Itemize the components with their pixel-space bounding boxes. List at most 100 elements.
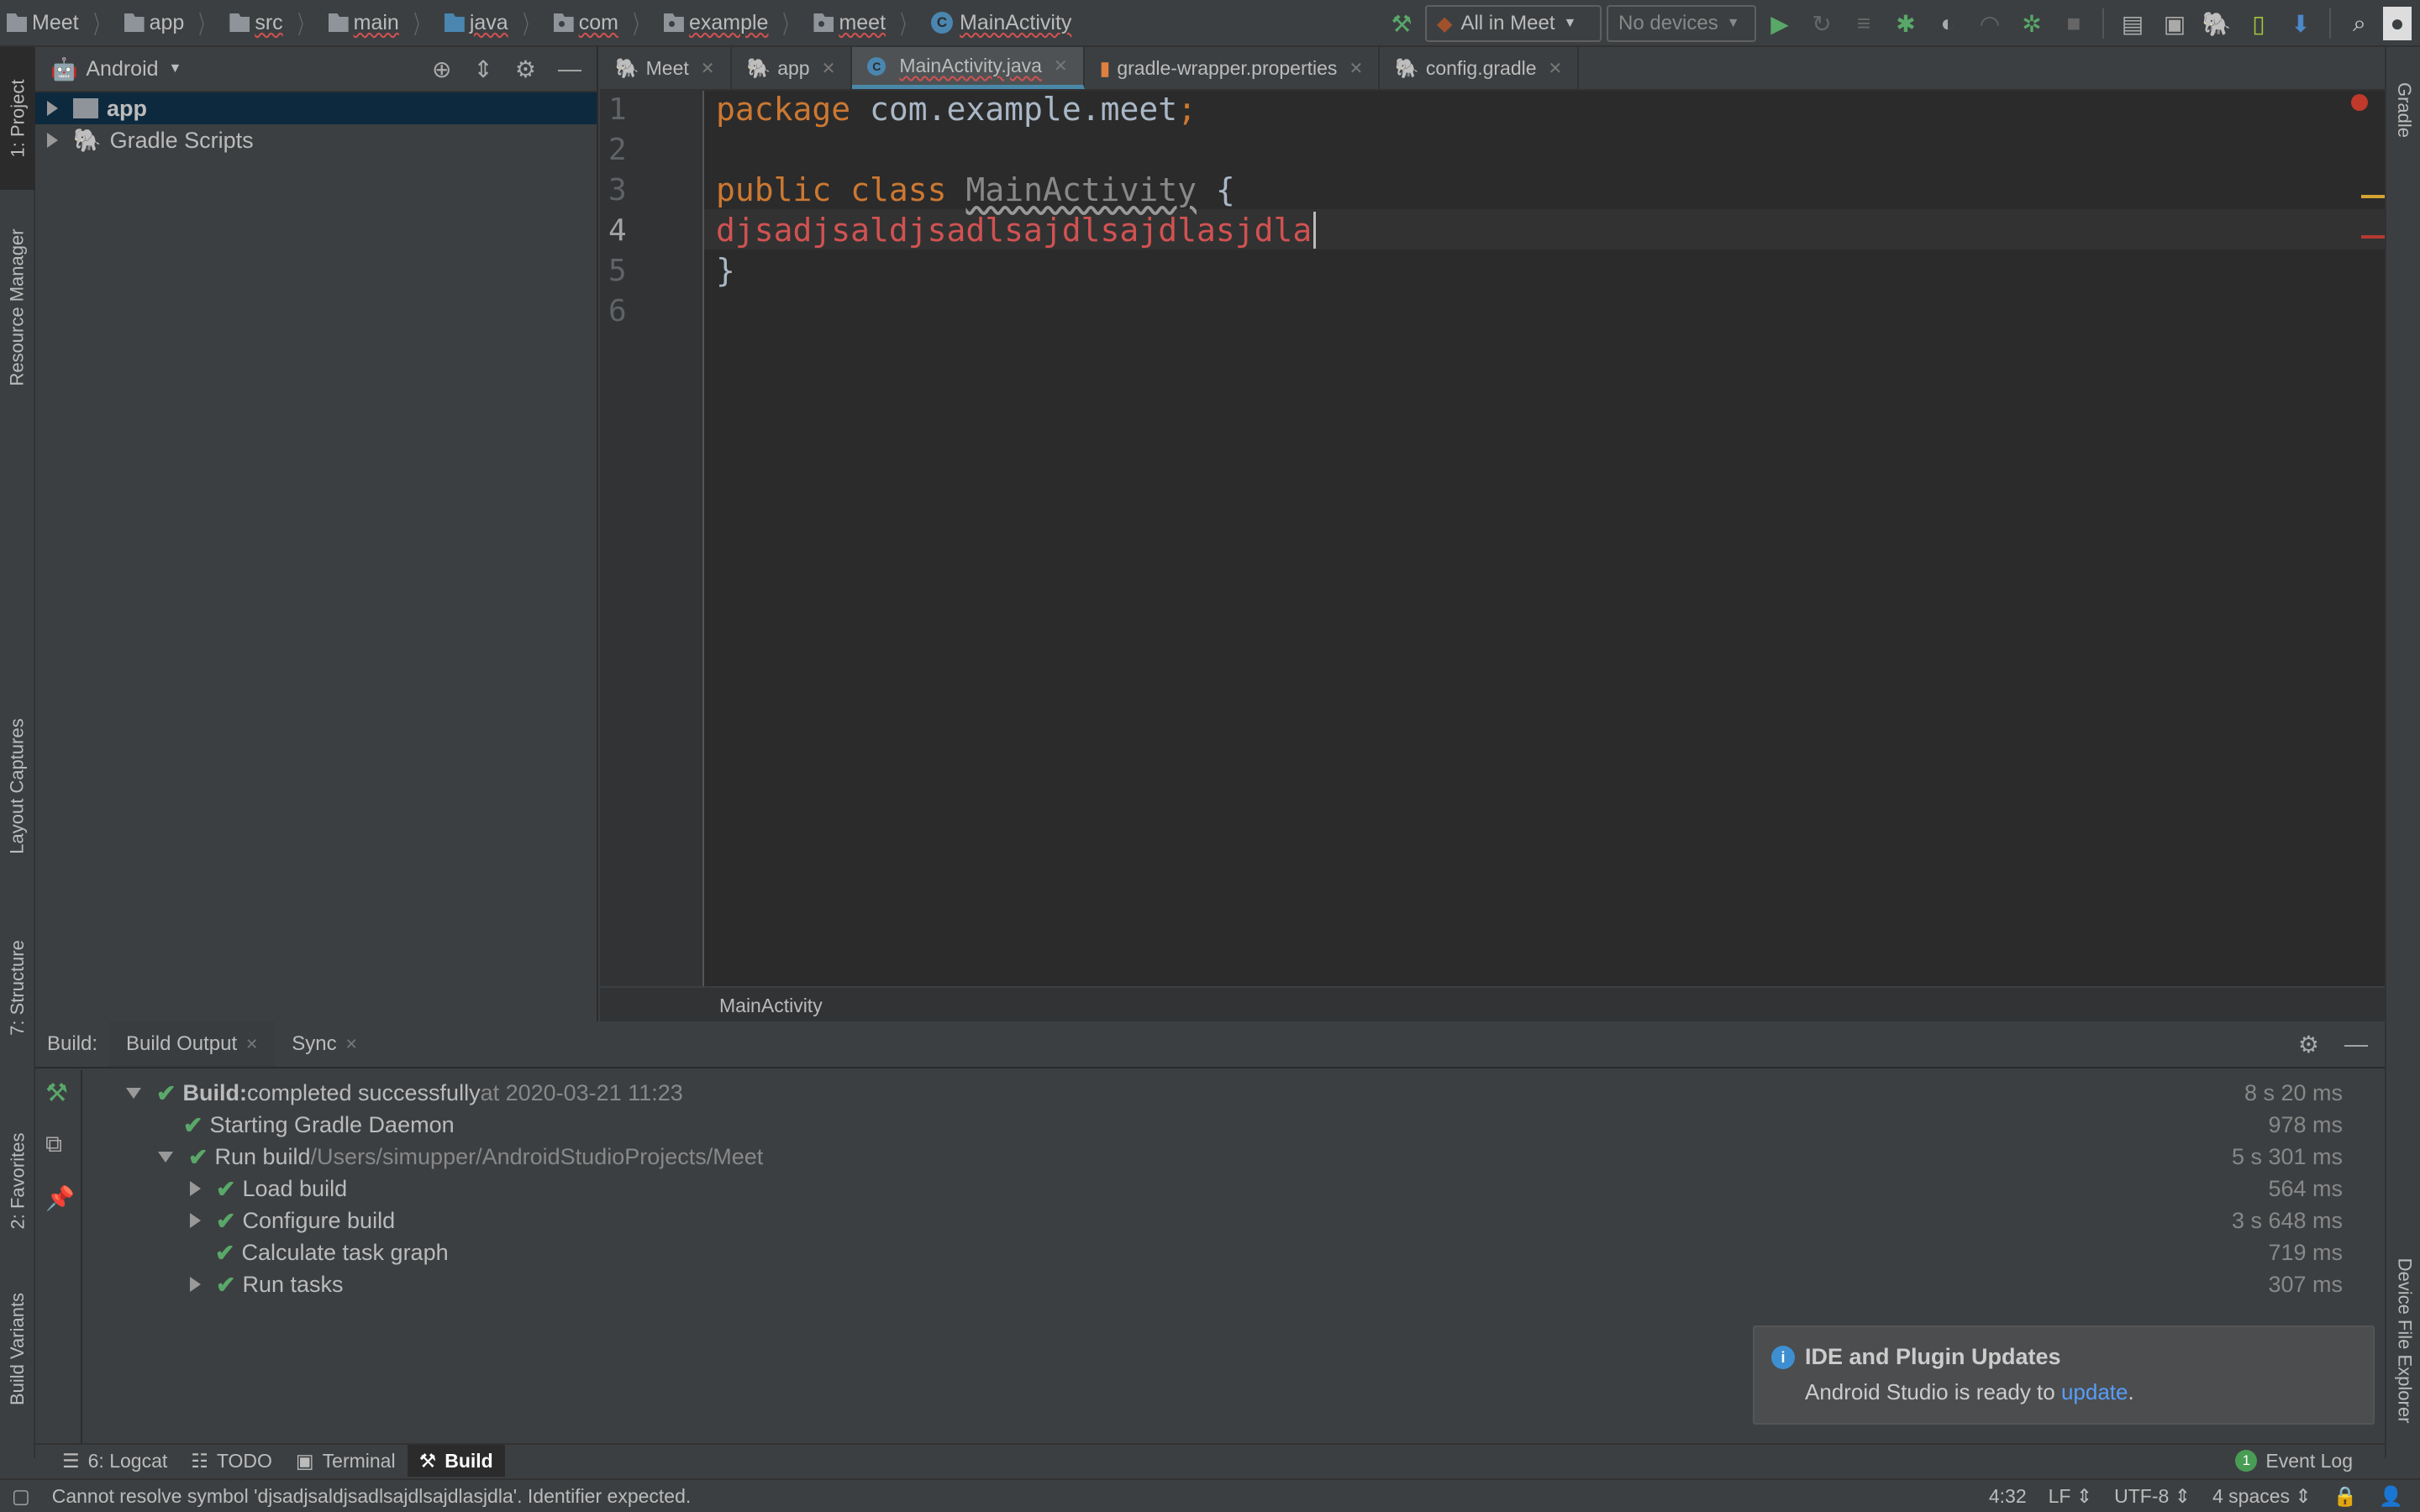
breadcrumb-meet-package[interactable]: meet 〉 (813, 4, 924, 41)
gradle-tool-button[interactable]: Gradle (2386, 55, 2420, 165)
apply-code-changes-button[interactable]: ≡ (1845, 5, 1882, 42)
tab-config-gradle[interactable]: 🐘 config.gradle ✕ (1380, 47, 1580, 89)
make-project-button[interactable]: ⚒ (1383, 5, 1420, 42)
avd-manager-button[interactable]: ▯ (2240, 5, 2277, 42)
expand-arrow-icon[interactable] (190, 1181, 201, 1196)
indent-select[interactable]: 4 spaces ⇕ (2212, 1485, 2312, 1508)
build-row[interactable]: ✔ Run tasks 307 ms (86, 1268, 2385, 1300)
breadcrumb-main[interactable]: main 〉 (328, 4, 438, 41)
tab-mainactivity-java[interactable]: C MainActivity.java ✕ (852, 47, 1085, 89)
coverage-button[interactable]: ◐ (1929, 5, 1966, 42)
project-structure-button[interactable]: ▤ (2114, 5, 2151, 42)
gradle-sync-button[interactable]: 🐘 (2198, 5, 2235, 42)
sdk-download-icon: ⬇ (2291, 10, 2311, 37)
terminal-tool-button[interactable]: ▣ Terminal (284, 1445, 408, 1477)
hide-icon[interactable]: — (558, 55, 581, 83)
build-row[interactable]: ✔ Starting Gradle Daemon 978 ms (86, 1109, 2385, 1141)
build-row[interactable]: ✔ Build: completed successfully at 2020-0… (86, 1077, 2385, 1109)
update-notification: i IDE and Plugin Updates Android Studio … (1753, 1326, 2375, 1425)
tab-build-output[interactable]: Build Output ✕ (109, 1021, 276, 1067)
close-icon[interactable]: ✕ (1054, 55, 1068, 76)
sdk-manager-button[interactable]: ⬇ (2282, 5, 2319, 42)
collapse-arrow-icon[interactable] (126, 1087, 141, 1099)
todo-tool-button[interactable]: ☷ TODO (179, 1445, 284, 1477)
device-file-explorer-tool-button[interactable]: Device File Explorer (2386, 1206, 2420, 1475)
tab-meet[interactable]: 🐘 Meet ✕ (600, 47, 732, 89)
update-link[interactable]: update (2061, 1379, 2128, 1404)
attach-debugger-button[interactable]: ✲ (2013, 5, 2050, 42)
breadcrumb-com[interactable]: com 〉 (553, 4, 657, 41)
logcat-tool-button[interactable]: ☰ 6: Logcat (50, 1445, 179, 1477)
close-icon[interactable]: ✕ (345, 1036, 358, 1053)
breadcrumb-meet[interactable]: Meet 〉 (7, 4, 118, 41)
pin-icon[interactable]: 📌 (45, 1184, 75, 1212)
search-button[interactable]: ⌕ (2341, 5, 2378, 42)
notification-title: IDE and Plugin Updates (1805, 1344, 2061, 1369)
structure-tool-button[interactable]: 7: Structure (0, 912, 35, 1063)
project-tool-button[interactable]: 1: Project (0, 47, 35, 190)
collapse-arrow-icon[interactable] (158, 1151, 173, 1163)
code-editor[interactable]: 1 2 3 4 5 6 package com.example.meet; pu… (600, 91, 2385, 986)
error-indicator-icon[interactable] (2351, 94, 2368, 111)
check-icon: ✔ (216, 1175, 236, 1202)
build-tool-button[interactable]: ⚒ Build (407, 1445, 505, 1477)
profile-button[interactable]: ◠ (1971, 5, 2008, 42)
bottom-tool-strip: ☰ 6: Logcat ☷ TODO ▣ Terminal ⚒ Build 1 Event… (35, 1443, 2385, 1477)
build-row[interactable]: ✔ Configure build 3 s 648 ms (86, 1205, 2385, 1236)
expand-arrow-icon[interactable] (190, 1277, 201, 1292)
locate-icon[interactable]: ⊕ (432, 55, 451, 83)
favorites-tool-button[interactable]: 2: Favorites (0, 1089, 35, 1273)
close-icon[interactable]: ✕ (1349, 58, 1363, 79)
warning-stripe-mark[interactable] (2361, 195, 2385, 198)
expand-arrow-icon[interactable] (47, 101, 58, 116)
hammer-icon[interactable]: ⚒ (45, 1079, 68, 1108)
breadcrumb-example[interactable]: example 〉 (663, 4, 808, 41)
build-row[interactable]: ✔ Run build /Users/simupper/AndroidStudio… (86, 1141, 2385, 1173)
line-separator-select[interactable]: LF ⇕ (2049, 1485, 2093, 1508)
error-stripe-mark[interactable] (2361, 235, 2385, 239)
inspector-icon[interactable]: 👤 (2379, 1485, 2403, 1508)
breadcrumb-app[interactable]: app 〉 (124, 4, 224, 41)
toggle-view-icon[interactable]: ⧉ (45, 1131, 62, 1158)
tab-app[interactable]: 🐘 app ✕ (732, 47, 853, 89)
breadcrumb-mainactivity[interactable]: C MainActivity (931, 11, 1071, 35)
resource-manager-tool-button[interactable]: Resource Manager (0, 207, 35, 408)
hide-icon[interactable]: — (2344, 1031, 2368, 1058)
build-row[interactable]: ✔ Calculate task graph 719 ms (86, 1236, 2385, 1268)
encoding-select[interactable]: UTF-8 ⇕ (2114, 1485, 2191, 1508)
build-row[interactable]: ✔ Load build 564 ms (86, 1173, 2385, 1205)
tab-gradle-wrapper-properties[interactable]: ▮ gradle-wrapper.properties ✕ (1085, 47, 1381, 89)
debug-button[interactable]: ✱ (1887, 5, 1924, 42)
layout-captures-tool-button[interactable]: Layout Captures (0, 694, 35, 879)
tree-item-app[interactable]: app (35, 92, 597, 124)
apply-changes-button[interactable]: ↻ (1803, 5, 1840, 42)
breadcrumb-src[interactable]: src 〉 (229, 4, 321, 41)
build-variants-tool-button[interactable]: Build Variants (0, 1265, 35, 1433)
tab-sync[interactable]: Sync ✕ (275, 1021, 374, 1067)
caret-position[interactable]: 4:32 (1989, 1485, 2027, 1508)
close-icon[interactable]: ✕ (822, 58, 836, 79)
sync-button[interactable]: ▣ (2156, 5, 2193, 42)
close-icon[interactable]: ✕ (1549, 58, 1563, 79)
gear-icon[interactable]: ⚙ (515, 55, 536, 83)
run-button[interactable]: ▶ (1761, 5, 1798, 42)
tree-item-gradle-scripts[interactable]: 🐘 Gradle Scripts (35, 124, 597, 156)
lock-icon[interactable]: 🔒 (2333, 1485, 2358, 1508)
close-icon[interactable]: ✕ (245, 1036, 258, 1053)
stop-button[interactable]: ■ (2055, 5, 2092, 42)
class-icon: C (867, 56, 886, 76)
account-button[interactable]: ● (2383, 7, 2412, 40)
close-icon[interactable]: ✕ (701, 58, 715, 79)
device-select[interactable]: No devices ▼ (1607, 5, 1756, 42)
toggle-tool-windows-icon[interactable]: ▢ (12, 1485, 30, 1508)
event-log-tool-button[interactable]: 1 Event Log (2223, 1445, 2365, 1477)
expand-arrow-icon[interactable] (47, 133, 58, 148)
collapse-all-icon[interactable]: ⇕ (473, 55, 492, 83)
chevron-down-icon[interactable]: ▼ (169, 61, 182, 76)
run-config-select[interactable]: ◆ All in Meet ▼ (1425, 5, 1602, 42)
gear-icon[interactable]: ⚙ (2298, 1031, 2319, 1058)
editor-breadcrumb-mainactivity[interactable]: MainActivity (719, 995, 823, 1017)
project-view-select[interactable]: Android (86, 57, 158, 81)
expand-arrow-icon[interactable] (190, 1213, 201, 1228)
breadcrumb-java[interactable]: java 〉 (444, 4, 547, 41)
